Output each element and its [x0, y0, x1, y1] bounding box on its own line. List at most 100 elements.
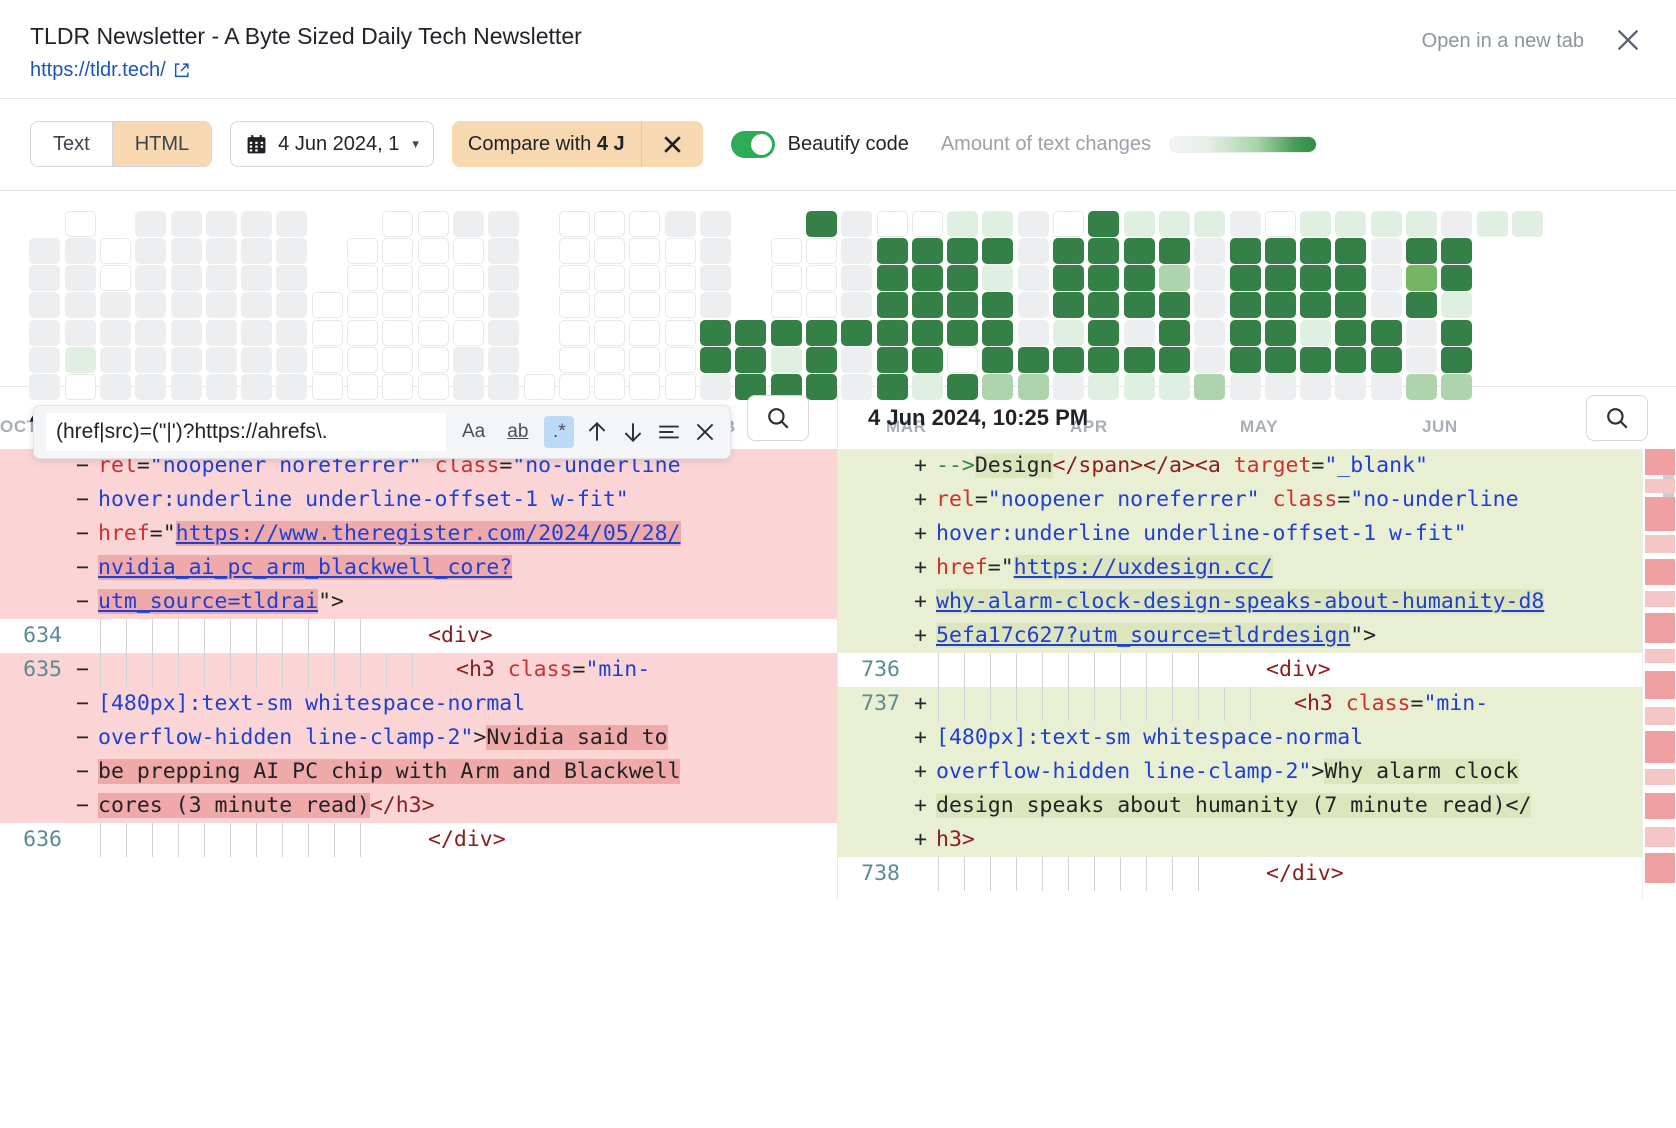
- heatmap-cell[interactable]: [100, 238, 131, 264]
- heatmap-cell[interactable]: [594, 292, 625, 318]
- heatmap-cell[interactable]: [29, 238, 60, 264]
- use-regex-icon[interactable]: .*: [544, 416, 574, 448]
- heatmap-cell[interactable]: [1265, 347, 1296, 373]
- diff-line[interactable]: +-->Design</span></a><a target="_blank": [838, 449, 1676, 483]
- heatmap-cell[interactable]: [841, 347, 872, 373]
- heatmap-cell[interactable]: [594, 238, 625, 264]
- heatmap-cell[interactable]: [1230, 238, 1261, 264]
- heatmap-cell[interactable]: [1124, 292, 1155, 318]
- heatmap-cell[interactable]: [806, 211, 837, 237]
- date-picker[interactable]: 4 Jun 2024, 1 ▾: [230, 121, 434, 167]
- heatmap-cell[interactable]: [1159, 320, 1190, 346]
- heatmap-cell[interactable]: [171, 211, 202, 237]
- heatmap-cell[interactable]: [241, 238, 272, 264]
- heatmap-cell[interactable]: [65, 292, 96, 318]
- heatmap-cell[interactable]: [771, 320, 802, 346]
- diff-line[interactable]: −cores (3 minute read)</h3>: [0, 789, 837, 823]
- heatmap-cell[interactable]: [877, 238, 908, 264]
- diff-line[interactable]: 736<div>: [838, 653, 1676, 687]
- heatmap-cell[interactable]: [1018, 320, 1049, 346]
- heatmap-cell[interactable]: [453, 265, 484, 291]
- heatmap-cell[interactable]: [276, 320, 307, 346]
- minimap-change-marker[interactable]: [1645, 649, 1675, 663]
- minimap-change-marker[interactable]: [1645, 613, 1675, 643]
- heatmap-cell[interactable]: [65, 347, 96, 373]
- heatmap-cell[interactable]: [1371, 347, 1402, 373]
- heatmap-cell[interactable]: [629, 320, 660, 346]
- heatmap-cell[interactable]: [347, 347, 378, 373]
- heatmap-cell[interactable]: [1159, 265, 1190, 291]
- heatmap-cell[interactable]: [841, 211, 872, 237]
- heatmap-cell[interactable]: [1124, 238, 1155, 264]
- heatmap-cell[interactable]: [347, 238, 378, 264]
- diff-line[interactable]: +[480px]:text-sm whitespace-normal: [838, 721, 1676, 755]
- heatmap-cell[interactable]: [241, 320, 272, 346]
- minimap-change-marker[interactable]: [1645, 591, 1675, 607]
- heatmap-cell[interactable]: [1441, 320, 1472, 346]
- diff-line[interactable]: −href="https://www.theregister.com/2024/…: [0, 517, 837, 551]
- heatmap-cell[interactable]: [1159, 211, 1190, 237]
- diff-code-left[interactable]: −rel="noopener noreferrer" class="no-und…: [0, 449, 837, 899]
- heatmap-cell[interactable]: [276, 238, 307, 264]
- diff-line[interactable]: −overflow-hidden line-clamp-2">Nvidia sa…: [0, 721, 837, 755]
- heatmap-cell[interactable]: [1230, 320, 1261, 346]
- heatmap-cell[interactable]: [29, 347, 60, 373]
- heatmap-cell[interactable]: [877, 211, 908, 237]
- heatmap-cell[interactable]: [665, 265, 696, 291]
- heatmap-cell[interactable]: [841, 292, 872, 318]
- heatmap-cell[interactable]: [1018, 347, 1049, 373]
- heatmap-cell[interactable]: [1088, 347, 1119, 373]
- heatmap-cell[interactable]: [418, 211, 449, 237]
- heatmap-cell[interactable]: [276, 347, 307, 373]
- heatmap-cell[interactable]: [912, 238, 943, 264]
- heatmap-cell[interactable]: [806, 292, 837, 318]
- heatmap-cell[interactable]: [1335, 347, 1366, 373]
- heatmap-cell[interactable]: [382, 211, 413, 237]
- heatmap-cell[interactable]: [806, 265, 837, 291]
- heatmap-cell[interactable]: [488, 347, 519, 373]
- heatmap-cell[interactable]: [1088, 238, 1119, 264]
- search-input[interactable]: [46, 413, 446, 451]
- arrow-down-icon[interactable]: [620, 419, 646, 445]
- heatmap-cell[interactable]: [206, 292, 237, 318]
- search-button[interactable]: [747, 395, 809, 441]
- heatmap-cell[interactable]: [453, 347, 484, 373]
- tab-text[interactable]: Text: [31, 122, 112, 166]
- heatmap-cell[interactable]: [665, 238, 696, 264]
- diff-minimap[interactable]: [1642, 449, 1676, 899]
- heatmap-cell[interactable]: [312, 347, 343, 373]
- heatmap-cell[interactable]: [453, 292, 484, 318]
- heatmap-cell[interactable]: [735, 347, 766, 373]
- minimap-change-marker[interactable]: [1645, 671, 1675, 699]
- tab-html[interactable]: HTML: [113, 122, 211, 166]
- heatmap-cell[interactable]: [1194, 347, 1225, 373]
- heatmap-cell[interactable]: [382, 265, 413, 291]
- search-button[interactable]: [1586, 395, 1648, 441]
- heatmap-cell[interactable]: [1159, 347, 1190, 373]
- diff-line[interactable]: 636</div>: [0, 823, 837, 857]
- heatmap-cell[interactable]: [629, 265, 660, 291]
- heatmap-cell[interactable]: [665, 347, 696, 373]
- heatmap-cell[interactable]: [629, 211, 660, 237]
- heatmap-cell[interactable]: [135, 265, 166, 291]
- heatmap-cell[interactable]: [1300, 347, 1331, 373]
- heatmap-cell[interactable]: [912, 265, 943, 291]
- minimap-change-marker[interactable]: [1645, 559, 1675, 585]
- heatmap-cell[interactable]: [453, 211, 484, 237]
- heatmap-cell[interactable]: [100, 320, 131, 346]
- heatmap-cell[interactable]: [100, 265, 131, 291]
- heatmap-cell[interactable]: [135, 320, 166, 346]
- page-url-link[interactable]: https://tldr.tech/: [30, 59, 166, 82]
- heatmap-cell[interactable]: [1441, 347, 1472, 373]
- heatmap-cell[interactable]: [276, 292, 307, 318]
- heatmap-cell[interactable]: [1088, 265, 1119, 291]
- heatmap-cell[interactable]: [700, 292, 731, 318]
- heatmap-cell[interactable]: [382, 320, 413, 346]
- heatmap-cell[interactable]: [947, 292, 978, 318]
- heatmap-cell[interactable]: [1053, 265, 1084, 291]
- close-icon[interactable]: [692, 419, 718, 445]
- heatmap-cell[interactable]: [1335, 211, 1366, 237]
- heatmap-cell[interactable]: [347, 320, 378, 346]
- compare-clear-button[interactable]: [641, 121, 703, 167]
- heatmap-cell[interactable]: [629, 292, 660, 318]
